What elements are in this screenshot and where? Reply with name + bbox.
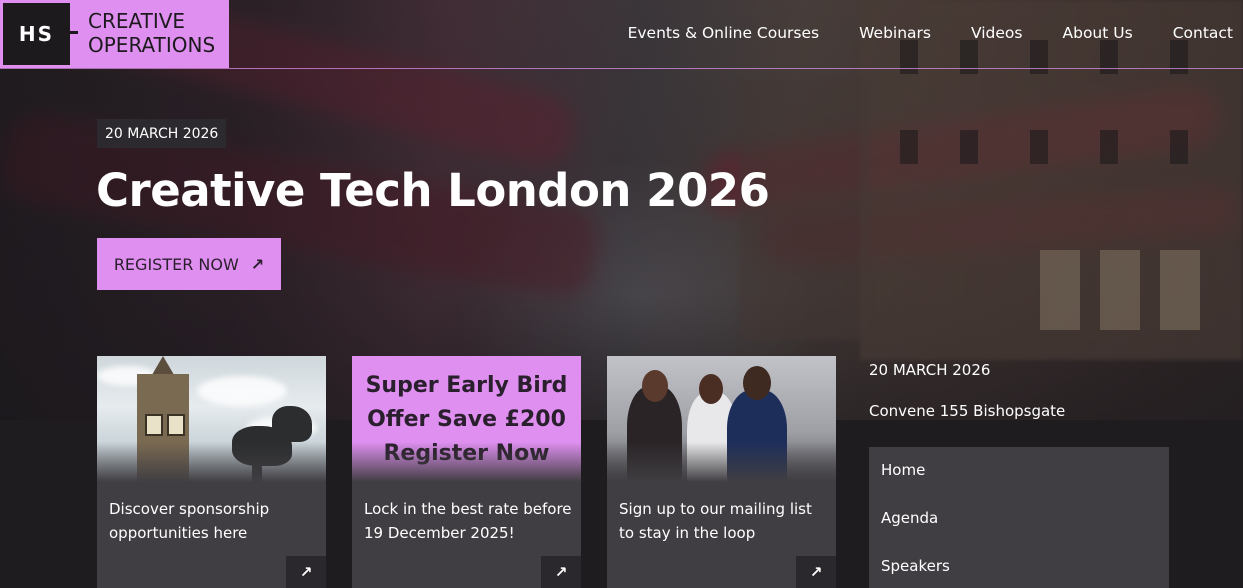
logo-mark: HS [3,3,70,65]
sidebar-event-date: 20 MARCH 2026 [869,361,991,379]
arrow-up-right-icon: ↗ [250,254,265,274]
logo-wordmark: CREATIVE OPERATIONS [88,9,215,57]
nav-videos[interactable]: Videos [971,24,1023,42]
attendees-photo [607,356,836,482]
nav-contact[interactable]: Contact [1173,24,1233,42]
register-now-label: REGISTER NOW [113,254,239,274]
register-now-button[interactable]: REGISTER NOW ↗ [97,238,281,290]
arrow-up-right-icon[interactable]: ↗ [541,556,581,588]
early-bird-banner: Super Early Bird Offer Save £200 Registe… [352,356,581,482]
card-text: Lock in the best rate before 19 December… [364,500,572,542]
event-menu-agenda[interactable]: Agenda [881,509,938,527]
nav-events-courses[interactable]: Events & Online Courses [628,24,820,42]
sidebar-venue: Convene 155 Bishopsgate [869,402,1066,420]
event-date-badge: 20 MARCH 2026 [97,119,227,148]
arrow-up-right-icon[interactable]: ↗ [286,556,326,588]
card-text: Discover sponsorship opportunities here [109,500,270,542]
logo-dash [62,31,78,34]
big-ben-image [97,356,326,482]
nav-webinars[interactable]: Webinars [859,24,931,42]
arrow-up-right-icon[interactable]: ↗ [796,556,836,588]
event-menu-home[interactable]: Home [881,461,925,479]
logo-line-1: CREATIVE [88,9,186,33]
mailing-list-card[interactable]: Sign up to our mailing list to stay in t… [607,356,836,588]
site-logo[interactable]: HS CREATIVE OPERATIONS [0,0,229,68]
main-nav: Events & Online Courses Webinars Videos … [628,24,1233,42]
early-bird-card[interactable]: Super Early Bird Offer Save £200 Registe… [352,356,581,588]
event-menu: Home Agenda Speakers [869,447,1169,588]
site-header: HS CREATIVE OPERATIONS Events & Online C… [0,0,1243,69]
card-text: Sign up to our mailing list to stay in t… [619,500,812,542]
sponsorship-card[interactable]: Discover sponsorship opportunities here … [97,356,326,588]
event-menu-speakers[interactable]: Speakers [881,557,950,575]
nav-about-us[interactable]: About Us [1063,24,1133,42]
page-title: Creative Tech London 2026 [96,164,770,217]
logo-line-2: OPERATIONS [88,33,216,57]
